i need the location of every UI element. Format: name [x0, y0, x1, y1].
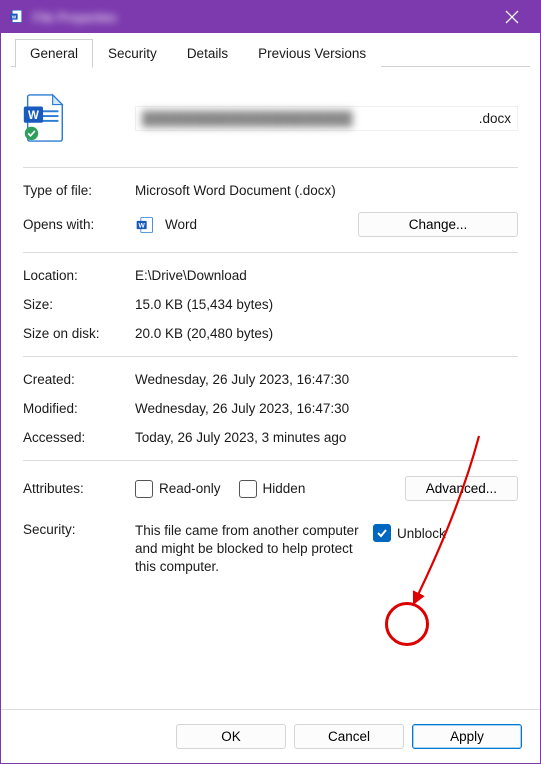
tab-content: W ██████████████████████ .docx Type of f… — [1, 67, 540, 709]
filename-extension: .docx — [479, 111, 511, 126]
close-button[interactable] — [490, 1, 534, 33]
label-opens-with: Opens with: — [23, 217, 135, 232]
properties-dialog: W File Properties General Security Detai… — [0, 0, 541, 764]
cancel-button[interactable]: Cancel — [294, 724, 404, 749]
hidden-checkbox[interactable]: Hidden — [239, 480, 306, 498]
separator — [23, 356, 518, 357]
label-security: Security: — [23, 522, 135, 537]
file-type-icon: W — [23, 93, 65, 143]
label-size: Size: — [23, 297, 135, 312]
change-button[interactable]: Change... — [358, 212, 518, 237]
security-text: This file came from another computer and… — [135, 522, 365, 577]
unblock-label: Unblock — [397, 526, 446, 541]
value-created: Wednesday, 26 July 2023, 16:47:30 — [135, 372, 518, 387]
label-location: Location: — [23, 268, 135, 283]
svg-text:W: W — [139, 222, 146, 229]
annotation-circle — [385, 602, 429, 646]
label-created: Created: — [23, 372, 135, 387]
word-file-icon: W — [9, 9, 25, 25]
titlebar: W File Properties — [1, 1, 540, 33]
tab-details[interactable]: Details — [172, 39, 243, 68]
apply-button[interactable]: Apply — [412, 724, 522, 749]
label-accessed: Accessed: — [23, 430, 135, 445]
ok-button[interactable]: OK — [176, 724, 286, 749]
unblock-checkbox[interactable]: Unblock — [373, 524, 446, 542]
advanced-button[interactable]: Advanced... — [405, 476, 518, 501]
tab-general[interactable]: General — [15, 39, 93, 68]
tabs: General Security Details Previous Versio… — [1, 33, 540, 67]
value-opens-with: Word — [165, 217, 197, 232]
dialog-footer: OK Cancel Apply — [1, 709, 540, 763]
word-app-icon: W — [135, 215, 155, 235]
hidden-label: Hidden — [263, 481, 306, 496]
value-location: E:\Drive\Download — [135, 268, 518, 283]
label-type-of-file: Type of file: — [23, 183, 135, 198]
filename-hidden: ██████████████████████ — [142, 111, 479, 126]
close-icon — [505, 10, 519, 24]
checkbox-checked-icon — [373, 524, 391, 542]
readonly-label: Read-only — [159, 481, 221, 496]
separator — [23, 252, 518, 253]
label-size-on-disk: Size on disk: — [23, 326, 135, 341]
value-size-on-disk: 20.0 KB (20,480 bytes) — [135, 326, 518, 341]
tab-previous-versions[interactable]: Previous Versions — [243, 39, 381, 68]
checkbox-icon — [239, 480, 257, 498]
separator — [23, 167, 518, 168]
tab-security[interactable]: Security — [93, 39, 172, 68]
checkbox-icon — [135, 480, 153, 498]
filename-input[interactable]: ██████████████████████ .docx — [135, 106, 518, 131]
label-modified: Modified: — [23, 401, 135, 416]
value-type-of-file: Microsoft Word Document (.docx) — [135, 183, 518, 198]
value-modified: Wednesday, 26 July 2023, 16:47:30 — [135, 401, 518, 416]
svg-text:W: W — [28, 110, 39, 122]
value-accessed: Today, 26 July 2023, 3 minutes ago — [135, 430, 518, 445]
value-size: 15.0 KB (15,434 bytes) — [135, 297, 518, 312]
label-attributes: Attributes: — [23, 481, 135, 496]
window-title: File Properties — [33, 10, 490, 25]
svg-text:W: W — [12, 14, 17, 19]
separator — [23, 460, 518, 461]
readonly-checkbox[interactable]: Read-only — [135, 480, 221, 498]
